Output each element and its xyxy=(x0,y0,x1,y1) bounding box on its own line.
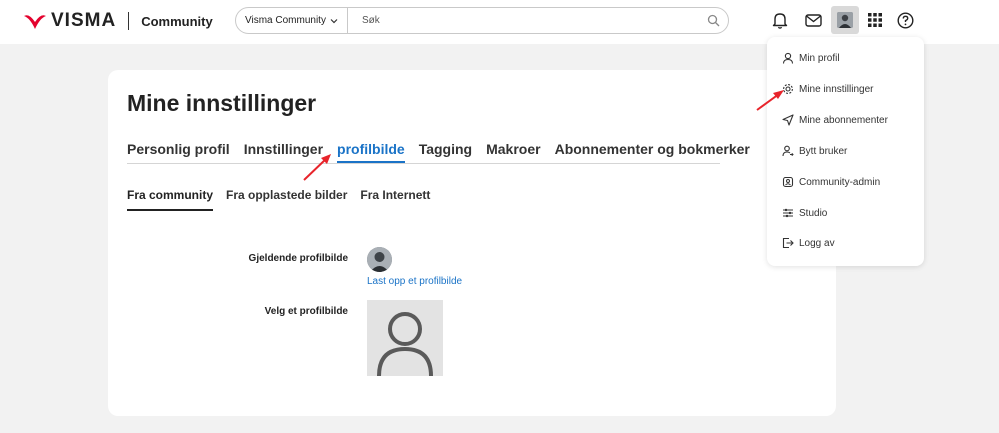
upload-picture-link[interactable]: Last opp et profilbilde xyxy=(367,276,462,287)
user-icon xyxy=(782,52,794,64)
visma-logo[interactable]: VISMA Community xyxy=(24,10,213,32)
apps-button[interactable] xyxy=(865,10,885,30)
admin-icon xyxy=(782,176,794,188)
user-dropdown-menu: Min profil Mine innstillinger Mine abonn… xyxy=(767,37,924,266)
menu-item-min-profil[interactable]: Min profil xyxy=(782,52,840,64)
tab-personlig-profil[interactable]: Personlig profil xyxy=(127,141,230,163)
user-menu-button[interactable] xyxy=(831,6,859,34)
default-avatar-option[interactable] xyxy=(367,300,443,376)
logo-divider xyxy=(128,12,130,30)
menu-item-bytt-bruker[interactable]: Bytt bruker xyxy=(782,145,847,157)
brand-name: VISMA xyxy=(51,10,117,31)
menu-item-mine-innstillinger[interactable]: Mine innstillinger xyxy=(782,83,873,95)
avatar xyxy=(837,12,853,28)
tab-tagging[interactable]: Tagging xyxy=(419,141,472,163)
notifications-button[interactable] xyxy=(770,10,790,30)
help-button[interactable] xyxy=(895,10,915,30)
chevron-down-icon xyxy=(330,18,338,23)
current-profile-picture xyxy=(367,247,392,272)
tab-abonnementer-og-bokmerker[interactable]: Abonnementer og bokmerker xyxy=(555,141,750,163)
settings-tabs: Personlig profil Innstillinger profilbil… xyxy=(127,141,750,164)
menu-item-label: Logg av xyxy=(799,237,835,249)
menu-item-mine-abonnementer[interactable]: Mine abonnementer xyxy=(782,114,888,126)
bell-icon xyxy=(772,12,788,29)
subtab-fra-opplastede-bilder[interactable]: Fra opplastede bilder xyxy=(226,188,347,211)
search-icon xyxy=(707,14,719,27)
menu-item-label: Bytt bruker xyxy=(799,145,848,157)
menu-item-label: Community-admin xyxy=(799,176,881,188)
menu-item-label: Mine innstillinger xyxy=(799,83,874,95)
profile-photo-icon xyxy=(367,247,392,272)
paper-plane-icon xyxy=(782,114,794,126)
search-scope-select[interactable]: Visma Community xyxy=(236,8,348,33)
search-input[interactable] xyxy=(347,8,698,33)
sliders-icon xyxy=(782,207,794,219)
tab-makroer[interactable]: Makroer xyxy=(486,141,540,163)
logout-icon xyxy=(782,237,794,249)
menu-item-logg-av[interactable]: Logg av xyxy=(782,237,835,249)
menu-item-community-admin[interactable]: Community-admin xyxy=(782,176,880,188)
menu-item-label: Min profil xyxy=(799,52,840,64)
help-icon xyxy=(896,11,914,29)
mail-icon xyxy=(804,13,822,27)
page-title: Mine innstillinger xyxy=(127,90,317,116)
menu-item-studio[interactable]: Studio xyxy=(782,207,827,219)
annotation-arrow xyxy=(303,154,331,181)
annotation-arrow xyxy=(756,90,784,111)
current-picture-label: Gjeldende profilbilde xyxy=(248,253,348,264)
apps-grid-icon xyxy=(868,13,882,27)
search-bar: Visma Community xyxy=(235,7,729,34)
picture-source-tabs: Fra community Fra opplastede bilder Fra … xyxy=(127,188,443,211)
user-silhouette-icon xyxy=(377,312,433,376)
menu-item-label: Studio xyxy=(799,207,828,219)
tab-profilbilde[interactable]: profilbilde xyxy=(337,141,405,163)
section-title[interactable]: Community xyxy=(141,14,213,29)
visma-logo-mark-icon xyxy=(24,15,46,29)
choose-picture-label: Velg et profilbilde xyxy=(264,306,348,317)
search-button[interactable] xyxy=(698,8,728,33)
avatar-photo-icon xyxy=(837,12,853,28)
switch-user-icon xyxy=(782,145,794,157)
subtab-fra-internett[interactable]: Fra Internett xyxy=(360,188,430,211)
menu-item-label: Mine abonnementer xyxy=(799,114,888,126)
subtab-fra-community[interactable]: Fra community xyxy=(127,188,214,211)
messages-button[interactable] xyxy=(803,10,823,30)
settings-card: Mine innstillinger Personlig profil Inns… xyxy=(108,70,836,416)
search-scope-label: Visma Community xyxy=(245,15,326,26)
